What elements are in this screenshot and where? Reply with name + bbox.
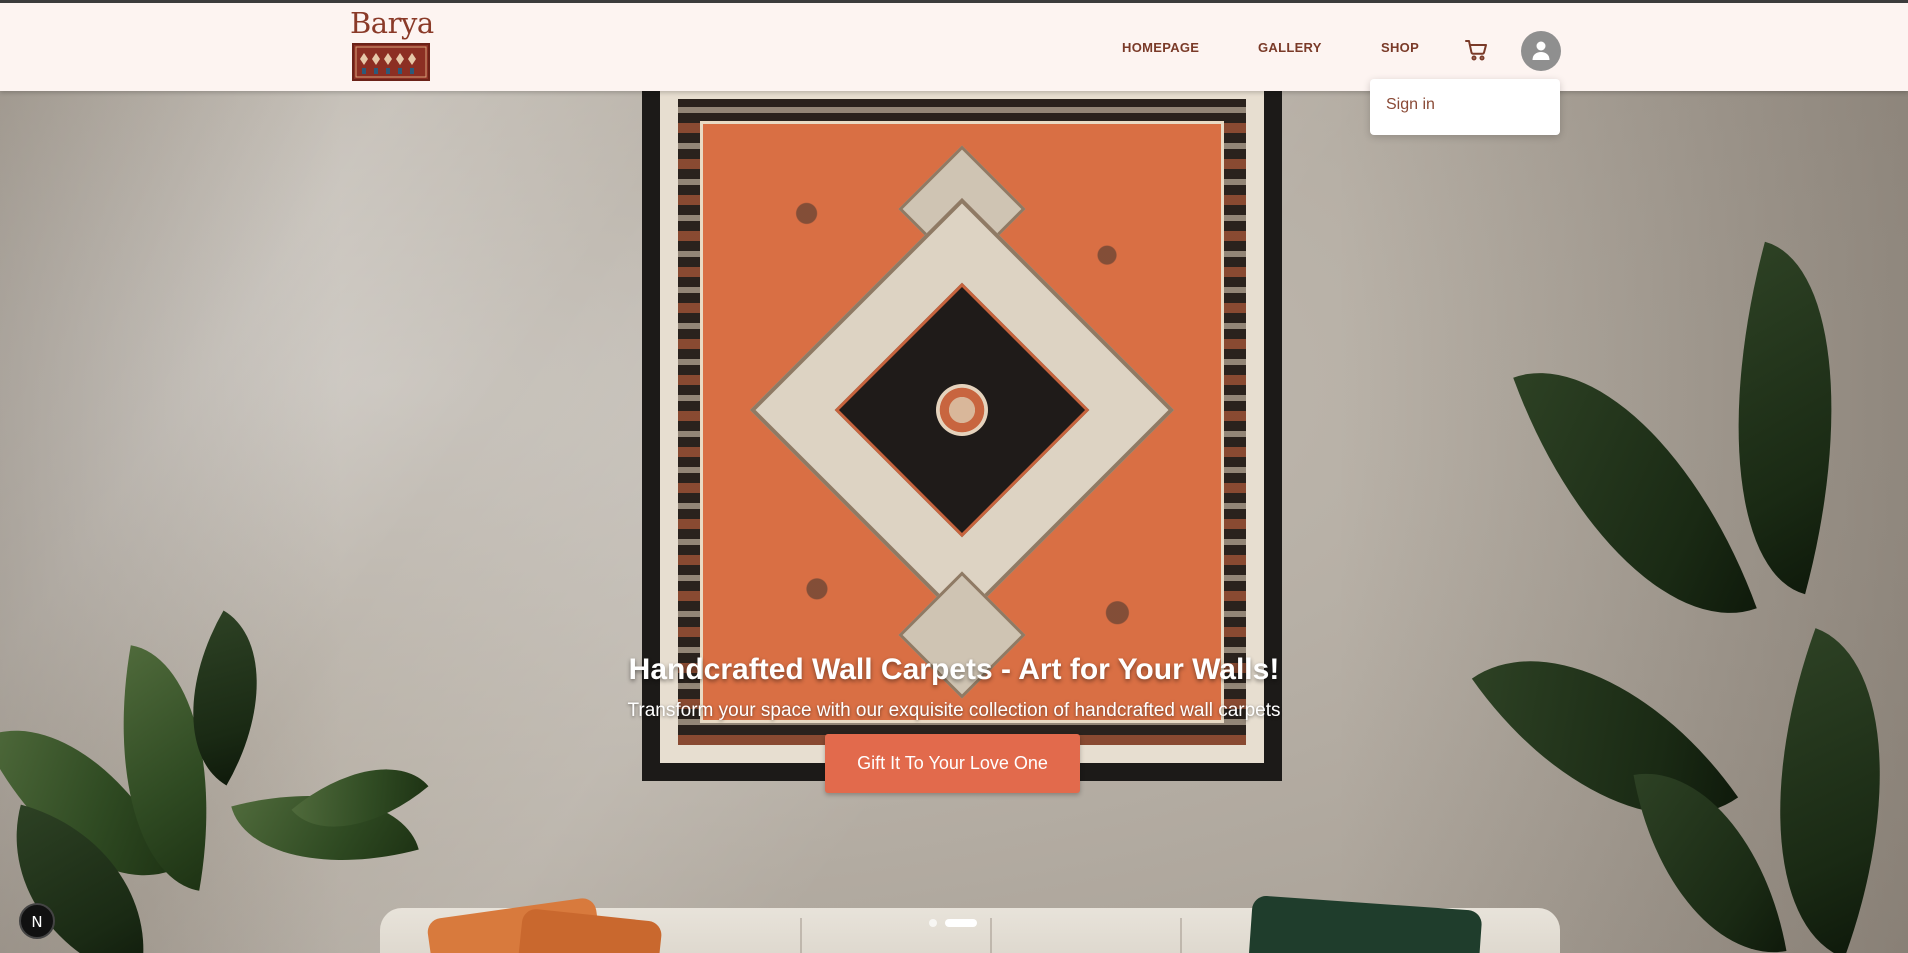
nav-shop[interactable]: SHOP (1381, 40, 1419, 55)
hero-title: Handcrafted Wall Carpets - Art for Your … (628, 653, 1280, 686)
rug-logo-icon (352, 43, 430, 81)
shopping-cart-icon (1464, 40, 1488, 66)
account-avatar-button[interactable] (1521, 31, 1561, 71)
site-header: Barya HOMEPAGE GALLERY SHOP (0, 3, 1908, 91)
gift-cta-button[interactable]: Gift It To Your Love One (825, 734, 1080, 793)
carousel-dot-1[interactable] (929, 919, 937, 927)
nextjs-dev-badge[interactable]: N (19, 903, 55, 939)
hero-subtitle: Transform your space with our exquisite … (627, 700, 1281, 721)
logo-text: Barya (350, 6, 434, 40)
sign-in-menu-item[interactable]: Sign in (1386, 96, 1435, 114)
account-dropdown-menu: Sign in (1370, 79, 1560, 135)
nav-gallery[interactable]: GALLERY (1258, 40, 1322, 55)
hero-background-image (0, 3, 1908, 953)
carousel-dot-2-active[interactable] (945, 919, 977, 927)
cart-button[interactable] (1464, 38, 1488, 62)
dev-badge-label: N (31, 913, 43, 931)
logo[interactable]: Barya (350, 6, 434, 82)
page: Barya HOMEPAGE GALLERY SHOP Sign in Hand… (0, 0, 1908, 953)
user-icon (1532, 41, 1550, 60)
nav-homepage[interactable]: HOMEPAGE (1122, 40, 1199, 55)
